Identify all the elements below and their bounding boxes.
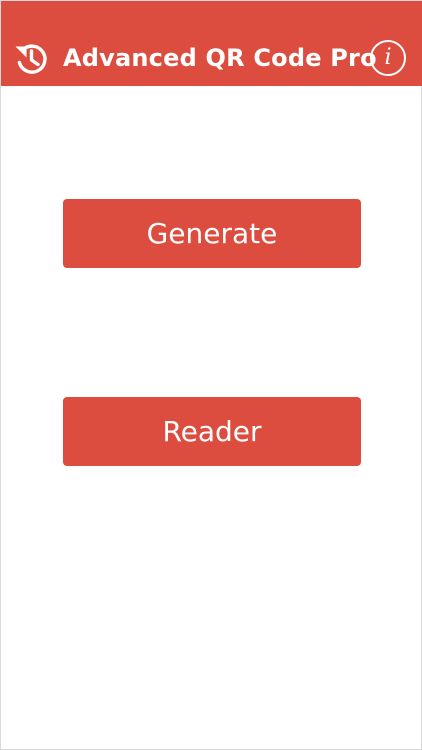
page-title: Advanced QR Code Pro <box>63 44 377 72</box>
info-icon: i <box>384 45 392 70</box>
reader-button[interactable]: Reader <box>63 397 361 466</box>
history-button[interactable] <box>11 38 53 80</box>
generate-button[interactable]: Generate <box>63 199 361 268</box>
app-screen: Advanced QR Code Pro i Generate Reader <box>0 0 422 750</box>
history-icon <box>15 44 47 74</box>
app-header: Advanced QR Code Pro i <box>1 1 422 86</box>
info-button[interactable]: i <box>370 40 406 76</box>
